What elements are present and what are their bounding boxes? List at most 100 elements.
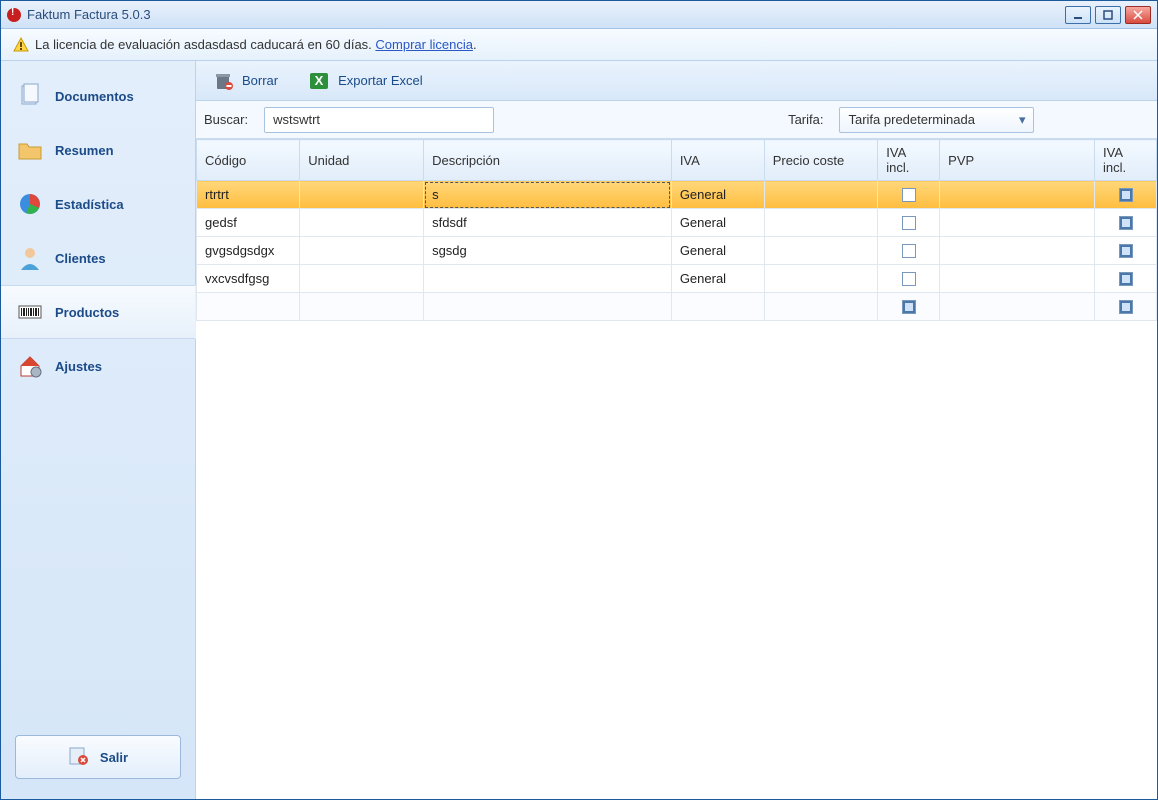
sidebar-item-resumen[interactable]: Resumen: [1, 123, 195, 177]
cell-iva[interactable]: General: [671, 209, 764, 237]
sidebar-item-label: Ajustes: [55, 359, 102, 374]
window-controls: [1065, 6, 1151, 24]
sidebar-item-label: Productos: [55, 305, 119, 320]
cell-codigo[interactable]: gvgsdgsdgx: [197, 237, 300, 265]
table-row[interactable]: vxcvsdfgsg General: [197, 265, 1157, 293]
checkbox-icon[interactable]: [1119, 216, 1133, 230]
cell-iva-incl-2[interactable]: [1095, 293, 1157, 321]
delete-button[interactable]: Borrar: [206, 66, 284, 96]
cell-pvp[interactable]: [940, 265, 1095, 293]
checkbox-icon[interactable]: [1119, 244, 1133, 258]
table-footer-row[interactable]: [197, 293, 1157, 321]
cell-empty[interactable]: [424, 293, 672, 321]
cell-precio-coste[interactable]: [764, 265, 878, 293]
col-descripcion[interactable]: Descripción: [424, 140, 672, 181]
cell-iva-incl-1[interactable]: [878, 265, 940, 293]
col-codigo[interactable]: Código: [197, 140, 300, 181]
cell-precio-coste[interactable]: [764, 237, 878, 265]
cell-precio-coste[interactable]: [764, 209, 878, 237]
cell-pvp[interactable]: [940, 209, 1095, 237]
col-iva-incl-2[interactable]: IVA incl.: [1095, 140, 1157, 181]
minimize-icon: [1073, 10, 1083, 20]
cell-empty[interactable]: [671, 293, 764, 321]
cell-iva[interactable]: General: [671, 181, 764, 209]
checkbox-icon[interactable]: [902, 244, 916, 258]
minimize-button[interactable]: [1065, 6, 1091, 24]
checkbox-icon[interactable]: [1119, 188, 1133, 202]
cell-empty[interactable]: [764, 293, 878, 321]
checkbox-icon[interactable]: [902, 300, 916, 314]
svg-text:X: X: [315, 73, 324, 88]
products-table: Código Unidad Descripción IVA Precio cos…: [196, 139, 1157, 321]
exit-icon: [68, 745, 90, 770]
col-unidad[interactable]: Unidad: [300, 140, 424, 181]
maximize-button[interactable]: [1095, 6, 1121, 24]
body-area: Documentos Resumen Estadística Clientes: [1, 61, 1157, 799]
cell-iva[interactable]: General: [671, 237, 764, 265]
cell-codigo[interactable]: gedsf: [197, 209, 300, 237]
cell-empty[interactable]: [300, 293, 424, 321]
maximize-icon: [1103, 10, 1113, 20]
table-row[interactable]: rtrtrt sGeneral: [197, 181, 1157, 209]
documents-icon: [15, 81, 45, 111]
cell-codigo[interactable]: rtrtrt: [197, 181, 300, 209]
table-row[interactable]: gvgsdgsdgx sgsdgGeneral: [197, 237, 1157, 265]
sidebar-item-ajustes[interactable]: Ajustes: [1, 339, 195, 393]
tarifa-label: Tarifa:: [788, 112, 823, 127]
col-iva-incl-1[interactable]: IVA incl.: [878, 140, 940, 181]
export-excel-button[interactable]: X Exportar Excel: [302, 66, 429, 96]
cell-unidad[interactable]: [300, 237, 424, 265]
col-precio-coste[interactable]: Precio coste: [764, 140, 878, 181]
exit-button[interactable]: Salir: [15, 735, 181, 779]
cell-descripcion[interactable]: [424, 265, 672, 293]
cell-unidad[interactable]: [300, 209, 424, 237]
cell-empty[interactable]: [197, 293, 300, 321]
cell-iva-incl-1[interactable]: [878, 237, 940, 265]
table-row[interactable]: gedsf sfdsdfGeneral: [197, 209, 1157, 237]
cell-iva-incl-2[interactable]: [1095, 237, 1157, 265]
license-notice-prefix: La licencia de evaluación asdasdasd cadu…: [35, 37, 375, 52]
cell-pvp[interactable]: [940, 237, 1095, 265]
cell-codigo[interactable]: vxcvsdfgsg: [197, 265, 300, 293]
tarifa-dropdown[interactable]: Tarifa predeterminada ▾: [839, 107, 1034, 133]
app-window: Faktum Factura 5.0.3 La licencia de eval…: [0, 0, 1158, 800]
cell-iva-incl-2[interactable]: [1095, 265, 1157, 293]
sidebar-item-estadistica[interactable]: Estadística: [1, 177, 195, 231]
close-button[interactable]: [1125, 6, 1151, 24]
sidebar-item-clientes[interactable]: Clientes: [1, 231, 195, 285]
sidebar-item-productos[interactable]: Productos: [1, 285, 196, 339]
col-iva[interactable]: IVA: [671, 140, 764, 181]
sidebar-item-documentos[interactable]: Documentos: [1, 69, 195, 123]
chevron-down-icon: ▾: [1019, 112, 1026, 128]
cell-precio-coste[interactable]: [764, 181, 878, 209]
checkbox-icon[interactable]: [1119, 272, 1133, 286]
license-notice-suffix: .: [473, 37, 477, 52]
checkbox-icon[interactable]: [902, 272, 916, 286]
cell-iva-incl-1[interactable]: [878, 181, 940, 209]
delete-label: Borrar: [242, 73, 278, 88]
exit-label: Salir: [100, 750, 128, 765]
col-pvp[interactable]: PVP: [940, 140, 1095, 181]
cell-unidad[interactable]: [300, 265, 424, 293]
cell-pvp[interactable]: [940, 181, 1095, 209]
cell-iva-incl-1[interactable]: [878, 209, 940, 237]
checkbox-icon[interactable]: [902, 188, 916, 202]
cell-empty[interactable]: [940, 293, 1095, 321]
sidebar-item-label: Estadística: [55, 197, 124, 212]
cell-descripcion[interactable]: s: [424, 181, 672, 209]
search-input[interactable]: [264, 107, 494, 133]
checkbox-icon[interactable]: [902, 216, 916, 230]
warning-icon: [13, 37, 29, 53]
close-icon: [1133, 10, 1143, 20]
cell-descripcion[interactable]: sgsdg: [424, 237, 672, 265]
buy-license-link[interactable]: Comprar licencia: [375, 37, 473, 52]
cell-unidad[interactable]: [300, 181, 424, 209]
cell-iva[interactable]: General: [671, 265, 764, 293]
cell-iva-incl-2[interactable]: [1095, 181, 1157, 209]
checkbox-icon[interactable]: [1119, 300, 1133, 314]
cell-iva-incl-1[interactable]: [878, 293, 940, 321]
window-title: Faktum Factura 5.0.3: [27, 7, 151, 22]
cell-descripcion[interactable]: sfdsdf: [424, 209, 672, 237]
cell-iva-incl-2[interactable]: [1095, 209, 1157, 237]
app-icon: [7, 8, 21, 22]
